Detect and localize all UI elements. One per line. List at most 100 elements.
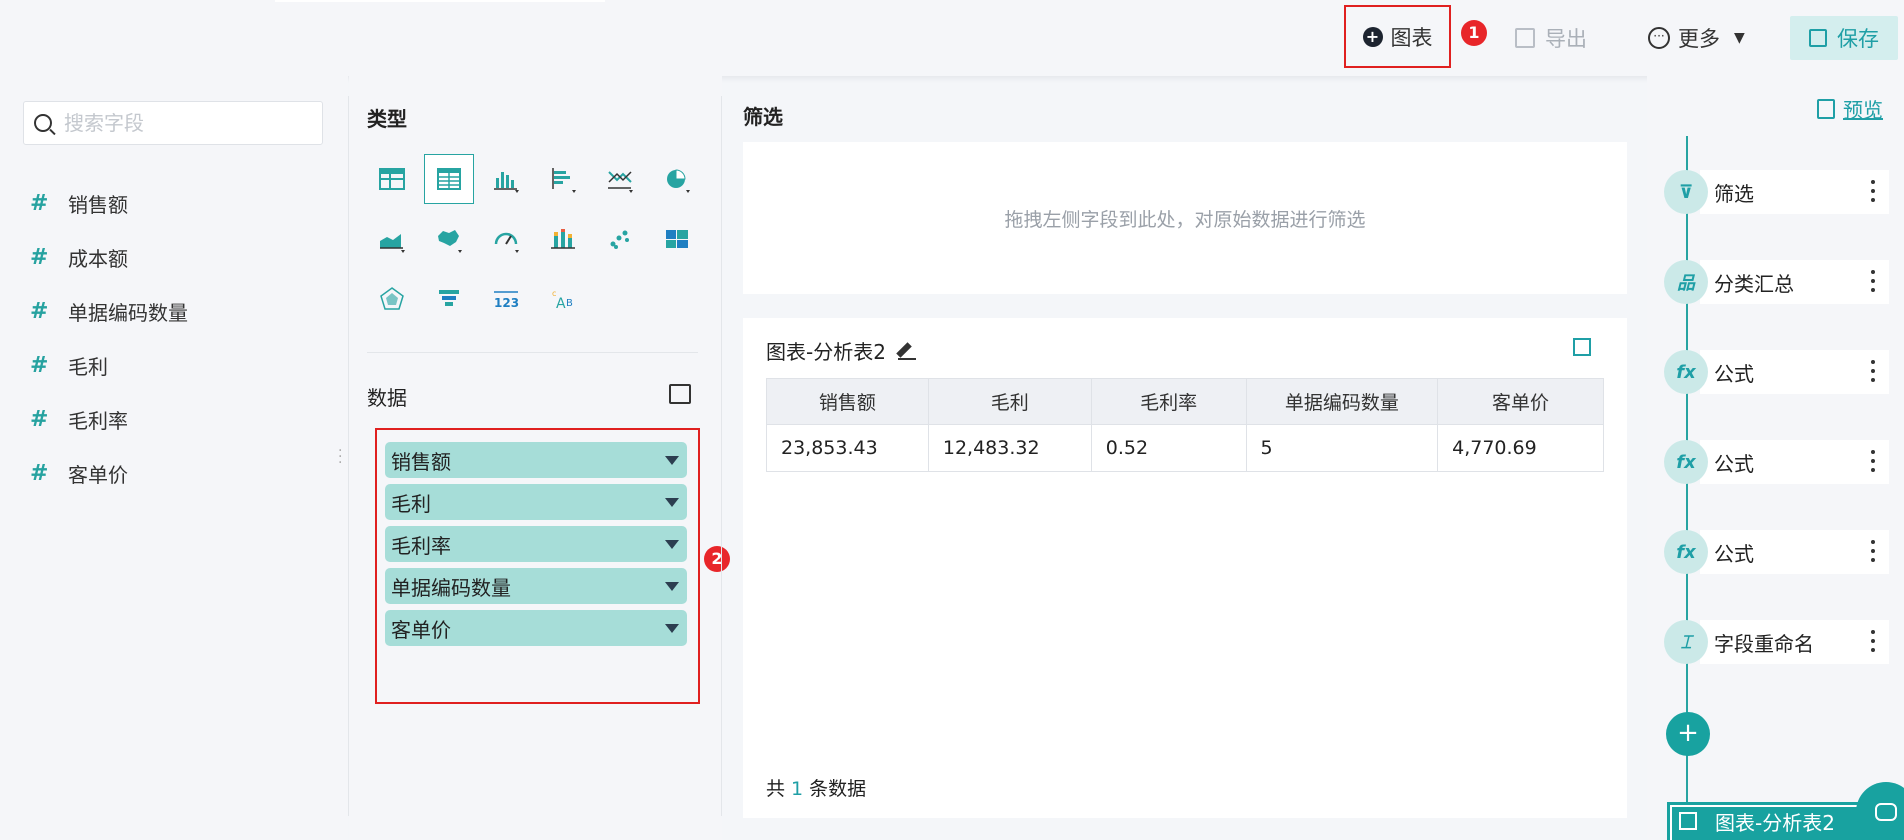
data-chip[interactable]: 销售额	[385, 442, 687, 478]
kebab-menu-icon[interactable]	[1871, 270, 1875, 292]
step-badge-1: 1	[1461, 20, 1487, 46]
preview-link[interactable]: 预览	[1817, 94, 1883, 123]
save-icon	[1809, 29, 1827, 47]
more-button[interactable]: ··· 更多 ▼	[1648, 0, 1745, 76]
table-icon[interactable]	[367, 154, 417, 204]
field-item[interactable]: # 客单价	[30, 446, 188, 500]
table-title-text: 图表-分析表2	[766, 340, 886, 364]
search-icon	[34, 114, 52, 132]
column-header[interactable]: 毛利率	[1090, 378, 1247, 425]
dropdown-triangle-icon[interactable]	[665, 623, 679, 633]
tab-indicator	[275, 0, 605, 2]
gauge-icon[interactable]	[481, 214, 531, 264]
edit-pen-icon[interactable]	[897, 342, 916, 360]
field-search	[23, 101, 323, 145]
add-step-button[interactable]: +	[1666, 712, 1710, 756]
more-dots-icon: ···	[1648, 27, 1670, 49]
data-chip[interactable]: 毛利率	[385, 526, 687, 562]
add-chart-button[interactable]: + 图表	[1344, 5, 1451, 68]
funnel-icon[interactable]	[424, 274, 474, 324]
chip-label: 客单价	[391, 617, 451, 642]
step-item-filter[interactable]: ⊽ 筛选	[1664, 170, 1889, 214]
field-item[interactable]: # 单据编码数量	[30, 284, 188, 338]
svg-text:123: 123	[494, 296, 519, 310]
search-input[interactable]	[64, 111, 294, 135]
step-label: 分类汇总	[1714, 271, 1794, 296]
map-icon[interactable]	[424, 214, 474, 264]
preview-label: 预览	[1843, 98, 1883, 122]
step-item-formula[interactable]: fx 公式	[1664, 350, 1889, 394]
chip-label: 单据编码数量	[391, 575, 511, 600]
filter-drop-zone[interactable]: 拖拽左侧字段到此处，对原始数据进行筛选	[743, 142, 1627, 294]
field-item[interactable]: # 销售额	[30, 176, 188, 230]
dropdown-triangle-icon[interactable]	[665, 455, 679, 465]
data-chip[interactable]: 单据编码数量	[385, 568, 687, 604]
bar-chart-icon	[1679, 812, 1697, 830]
type-section-title: 类型	[367, 107, 407, 131]
stacked-bar-icon[interactable]	[538, 214, 588, 264]
step-card: 公式	[1700, 530, 1889, 574]
kebab-menu-icon[interactable]	[1871, 180, 1875, 202]
pie-chart-icon[interactable]	[652, 154, 702, 204]
table-preview-card: 图表-分析表2 销售额 毛利 毛利率 单据编码数量 客单价 23,853.43 …	[743, 318, 1627, 818]
expand-icon[interactable]	[1573, 338, 1591, 356]
data-chip[interactable]: 客单价	[385, 610, 687, 646]
export-icon	[1515, 28, 1535, 48]
number-field-icon: #	[30, 190, 49, 216]
column-header[interactable]: 销售额	[766, 378, 929, 425]
number-field-icon: #	[30, 244, 49, 270]
step-item-rename[interactable]: ⌶ 字段重命名	[1664, 620, 1889, 664]
preview-icon	[1817, 98, 1835, 119]
step-item-formula[interactable]: fx 公式	[1664, 440, 1889, 484]
step-label: 公式	[1714, 451, 1754, 476]
export-label: 导出	[1545, 27, 1587, 51]
scatter-icon[interactable]	[595, 214, 645, 264]
chat-support-button[interactable]	[1856, 782, 1904, 840]
kebab-menu-icon[interactable]	[1871, 450, 1875, 472]
export-button[interactable]: 导出	[1515, 0, 1587, 76]
filter-section-title: 筛选	[743, 105, 783, 129]
panel-divider	[721, 96, 722, 816]
plus-circle-icon: +	[1362, 26, 1383, 47]
field-item[interactable]: # 毛利	[30, 338, 188, 392]
resize-handle[interactable]: · · ·	[338, 444, 342, 470]
field-label: 销售额	[68, 192, 128, 217]
chip-label: 销售额	[391, 449, 451, 474]
area-chart-icon[interactable]	[367, 214, 417, 264]
chip-label: 毛利	[391, 491, 431, 516]
radar-icon[interactable]	[367, 274, 417, 324]
line-chart-icon[interactable]	[595, 154, 645, 204]
formula-icon: fx	[1664, 350, 1708, 394]
kebab-menu-icon[interactable]	[1871, 360, 1875, 382]
save-button[interactable]: 保存	[1790, 16, 1898, 60]
kebab-menu-icon[interactable]	[1871, 630, 1875, 652]
clear-data-icon[interactable]	[669, 384, 691, 404]
step-item-group-summary[interactable]: 品 分类汇总	[1664, 260, 1889, 304]
horizontal-bar-icon[interactable]	[538, 154, 588, 204]
field-label: 客单价	[68, 462, 128, 487]
kebab-menu-icon[interactable]	[1871, 540, 1875, 562]
word-cloud-icon[interactable]: cAB	[538, 274, 588, 324]
data-chip[interactable]: 毛利	[385, 484, 687, 520]
number-field-icon: #	[30, 406, 49, 432]
dropdown-triangle-icon[interactable]	[665, 581, 679, 591]
table-cell: 4,770.69	[1437, 424, 1604, 472]
field-item[interactable]: # 成本额	[30, 230, 188, 284]
step-label: 公式	[1714, 361, 1754, 386]
table-cell: 5	[1245, 424, 1439, 472]
column-header[interactable]: 单据编码数量	[1245, 378, 1439, 425]
column-header[interactable]: 客单价	[1437, 378, 1604, 425]
save-label: 保存	[1837, 27, 1879, 51]
detail-table-icon[interactable]	[424, 154, 474, 204]
treemap-icon[interactable]	[652, 214, 702, 264]
number-field-icon: #	[30, 460, 49, 486]
step-item-formula[interactable]: fx 公式	[1664, 530, 1889, 574]
kpi-number-icon[interactable]: 123	[481, 274, 531, 324]
dropdown-triangle-icon[interactable]	[665, 539, 679, 549]
data-section-title: 数据	[367, 386, 407, 410]
bar-chart-icon[interactable]	[481, 154, 531, 204]
field-item[interactable]: # 毛利率	[30, 392, 188, 446]
column-header[interactable]: 毛利	[927, 378, 1092, 425]
field-label: 成本额	[68, 246, 128, 271]
dropdown-triangle-icon[interactable]	[665, 497, 679, 507]
